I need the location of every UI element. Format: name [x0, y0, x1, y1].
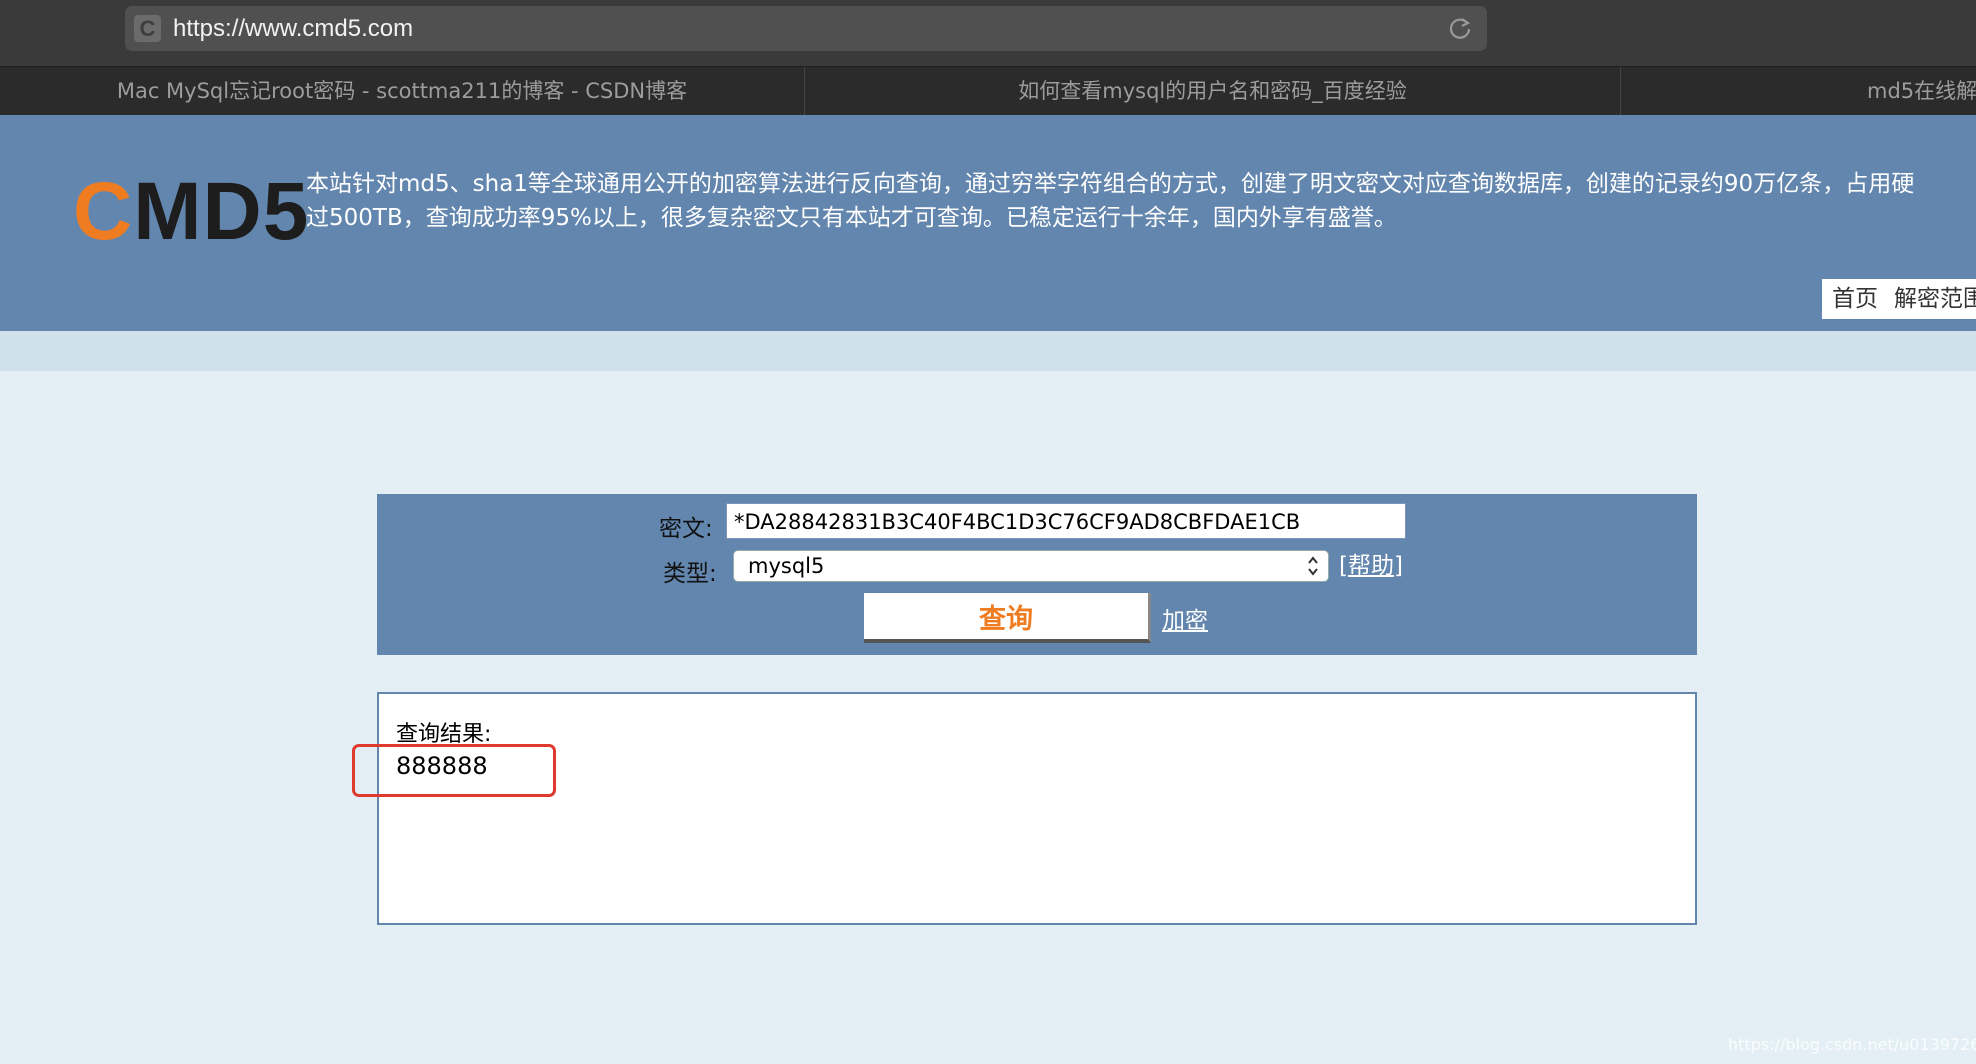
red-highlight-box — [352, 744, 556, 797]
header-band — [0, 331, 1976, 371]
browser-tab-md5-label: md5在线解 — [1867, 79, 1976, 103]
cipher-label: 密文: — [659, 516, 713, 542]
intro-line-2: 过500TB，查询成功率95%以上，很多复杂密文只有本站才可查询。已稳定运行十余… — [306, 205, 1397, 231]
encrypt-link[interactable]: 加密 — [1162, 601, 1208, 635]
type-select-value: mysql5 — [748, 554, 825, 578]
query-button[interactable]: 查询 — [864, 593, 1151, 643]
browser-toolbar: C https://www.cmd5.com — [0, 0, 1976, 66]
browser-tab-csdn[interactable]: Mac MySql忘记root密码 - scottma211的博客 - CSDN… — [0, 67, 805, 116]
address-bar[interactable]: C https://www.cmd5.com — [125, 6, 1487, 51]
type-label: 类型: — [663, 561, 717, 587]
url-text[interactable]: https://www.cmd5.com — [173, 6, 413, 51]
browser-tab-md5[interactable]: md5在线解 — [1621, 67, 1976, 116]
select-updown-icon — [1308, 556, 1318, 576]
reload-icon[interactable] — [1447, 15, 1473, 41]
browser-tab-baidu[interactable]: 如何查看mysql的用户名和密码_百度经验 — [805, 67, 1621, 116]
help-link[interactable]: [帮助] — [1339, 550, 1403, 582]
intro-line-1: 本站针对md5、sha1等全球通用公开的加密算法进行反向查询，通过穷举字符组合的… — [306, 171, 1915, 197]
result-box: 查询结果: 888888 — [377, 692, 1697, 925]
site-logo[interactable]: CMD5 — [73, 167, 309, 257]
type-select[interactable]: mysql5 — [733, 550, 1329, 582]
tab-strip: Mac MySql忘记root密码 - scottma211的博客 - CSDN… — [0, 66, 1976, 116]
logo-c: C — [73, 166, 134, 257]
logo-md5: MD5 — [133, 166, 310, 257]
query-form: 密文: *DA28842831B3C40F4BC1D3C76CF9AD8CBFD… — [377, 494, 1697, 655]
cipher-input[interactable]: *DA28842831B3C40F4BC1D3C76CF9AD8CBFDAE1C… — [726, 503, 1406, 539]
nav-decrypt-range[interactable]: 解密范围 — [1894, 286, 1976, 312]
nav-home[interactable]: 首页 — [1832, 286, 1878, 312]
watermark: https://blog.csdn.net/u013972652 — [1728, 1035, 1976, 1054]
main-nav: 首页 解密范围 — [1822, 279, 1976, 319]
site-intro: 本站针对md5、sha1等全球通用公开的加密算法进行反向查询，通过穷举字符组合的… — [306, 167, 1976, 235]
site-header: CMD5 本站针对md5、sha1等全球通用公开的加密算法进行反向查询，通过穷举… — [0, 115, 1976, 331]
site-favicon-icon: C — [134, 15, 161, 42]
